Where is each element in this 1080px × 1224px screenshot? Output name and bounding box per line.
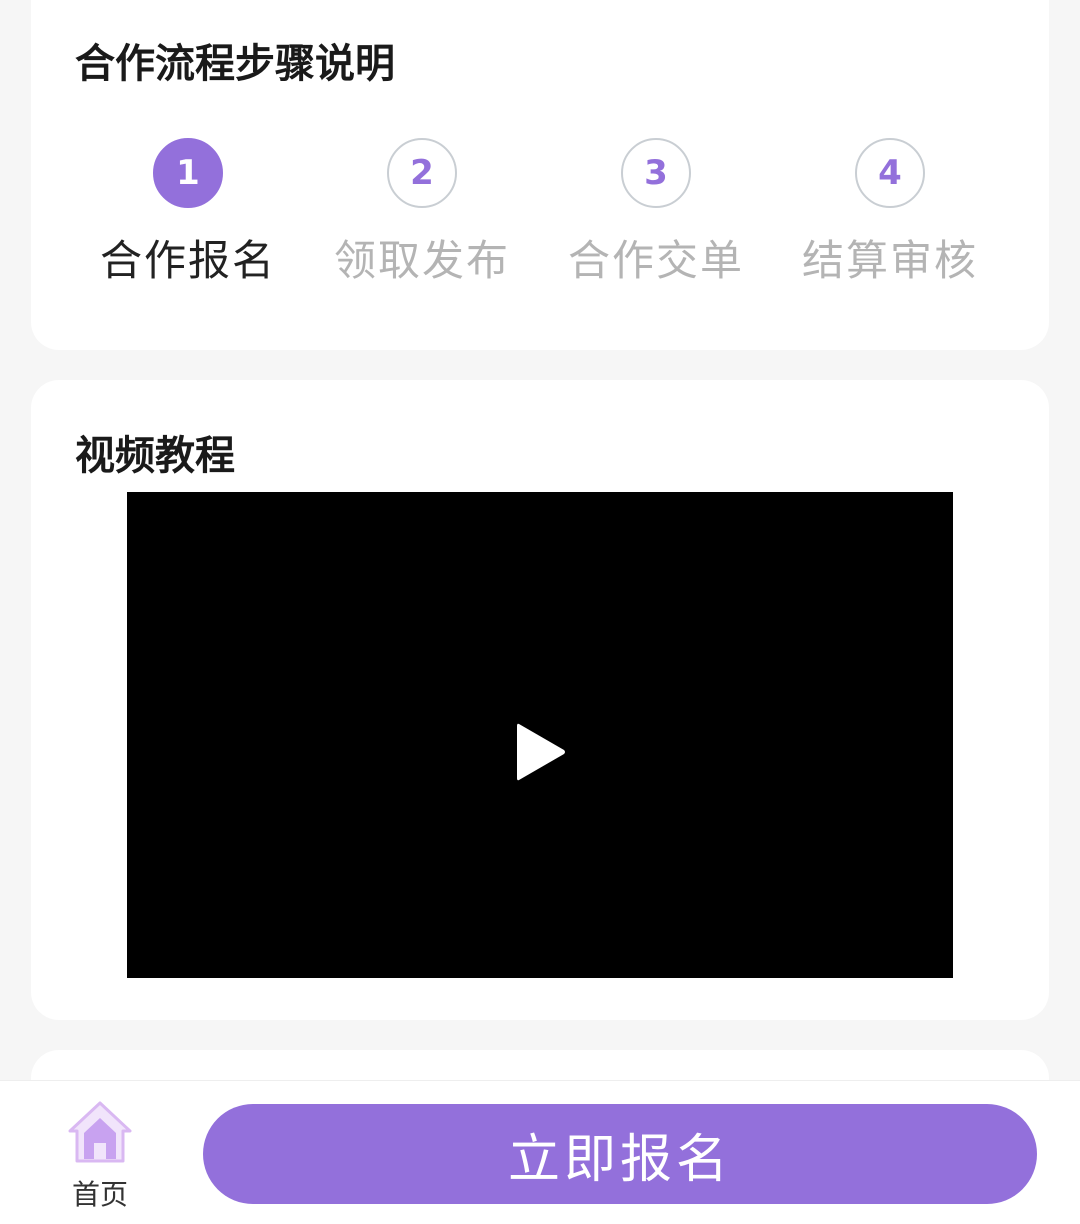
signup-button[interactable]: 立即报名 [203,1104,1037,1204]
step-number: 2 [387,138,457,208]
step-label: 合作报名 [99,236,276,285]
step-number: 4 [855,138,925,208]
step-label: 领取发布 [333,236,510,285]
bottom-bar: 首页 立即报名 [0,1080,1080,1224]
play-icon[interactable] [515,721,567,783]
step-1: 1 合作报名 [71,138,305,284]
process-card: 合作流程步骤说明 1 合作报名 2 领取发布 3 合作交单 4 结算审核 [31,0,1049,350]
home-icon [68,1101,132,1163]
process-title: 合作流程步骤说明 [75,41,395,87]
step-number: 1 [153,138,223,208]
video-title: 视频教程 [75,433,235,479]
home-nav-item[interactable]: 首页 [40,1101,160,1213]
step-indicator: 1 合作报名 2 领取发布 3 合作交单 4 结算审核 [71,138,1007,284]
step-2: 2 领取发布 [305,138,539,284]
home-label: 首页 [71,1178,128,1211]
step-4: 4 结算审核 [773,138,1007,284]
video-card: 视频教程 [31,380,1049,1020]
step-label: 结算审核 [801,236,978,285]
step-3: 3 合作交单 [539,138,773,284]
step-label: 合作交单 [567,236,744,285]
video-player[interactable] [127,492,953,978]
step-number: 3 [621,138,691,208]
